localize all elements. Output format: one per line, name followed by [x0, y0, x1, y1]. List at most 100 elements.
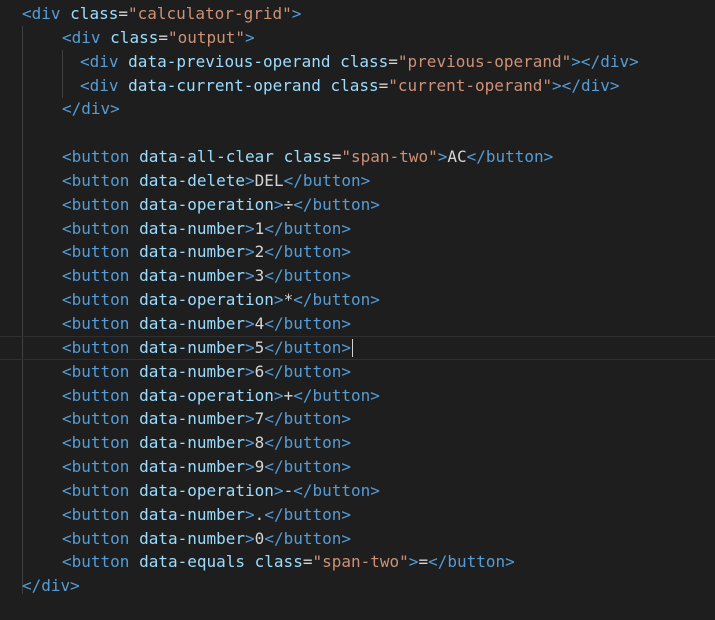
code-token: </button> — [264, 433, 352, 453]
code-token: </button> — [264, 313, 352, 333]
code-token: ></div> — [552, 75, 620, 95]
code-line[interactable]: <button data-number>.</button> — [0, 503, 715, 527]
code-editor[interactable]: <div class="calculator-grid"> <div class=… — [0, 0, 715, 620]
code-line-content: </div> — [22, 574, 80, 598]
code-line[interactable] — [0, 121, 715, 145]
code-line[interactable]: <div class="output"> — [0, 26, 715, 50]
code-line[interactable]: <button data-number>0</button> — [0, 527, 715, 551]
code-line-content: <button data-number>5</button> — [62, 337, 354, 359]
code-token: 5 — [254, 337, 265, 357]
code-token: 9 — [254, 457, 265, 477]
code-token: <div — [80, 51, 129, 71]
code-line-content: <button data-number>2</button> — [62, 240, 351, 264]
code-line-content: <button data-number>.</button> — [62, 503, 351, 527]
code-token: <div — [62, 27, 111, 47]
code-line[interactable]: <button data-number>6</button> — [0, 360, 715, 384]
code-token: 6 — [254, 361, 265, 381]
code-token: 8 — [254, 433, 265, 453]
code-token: <button — [62, 266, 140, 286]
code-token: data-number — [139, 361, 246, 381]
code-token: <button — [62, 433, 140, 453]
code-token: ÷ — [283, 194, 294, 214]
code-line[interactable]: <button data-number>4</button> — [0, 312, 715, 336]
code-line[interactable]: <button data-number>9</button> — [0, 455, 715, 479]
code-token: "span-two" — [341, 147, 438, 167]
code-token: AC — [447, 147, 467, 167]
code-token: data-operation — [139, 194, 274, 214]
code-line[interactable]: <button data-operation>*</button> — [0, 288, 715, 312]
code-token: = — [331, 147, 342, 167]
code-token: > — [245, 433, 255, 453]
code-line[interactable]: <button data-number>1</button> — [0, 217, 715, 241]
code-line[interactable]: <button data-number>2</button> — [0, 240, 715, 264]
text-cursor — [352, 339, 354, 358]
code-line-content: <button data-operation>*</button> — [62, 288, 380, 312]
code-line[interactable]: <button data-operation>+</button> — [0, 384, 715, 408]
code-token: "span-two" — [312, 552, 409, 572]
code-token: <button — [62, 337, 140, 357]
code-token: </button> — [428, 552, 515, 572]
code-token: "current-operand" — [388, 75, 553, 95]
code-token: </button> — [293, 480, 380, 500]
code-token: </div> — [62, 99, 120, 119]
code-line-content: <button data-number>6</button> — [62, 360, 351, 384]
code-token: <button — [62, 170, 140, 190]
code-line[interactable]: <button data-operation>÷</button> — [0, 193, 715, 217]
code-token: data-number — [139, 504, 246, 524]
code-token: data-number — [139, 457, 246, 477]
code-line[interactable]: </div> — [0, 574, 715, 598]
code-line-content: <button data-number>7</button> — [62, 407, 351, 431]
code-line-content: <button data-number>1</button> — [62, 217, 351, 241]
code-line[interactable]: </div> — [0, 97, 715, 121]
code-line[interactable]: <div class="calculator-grid"> — [0, 2, 715, 26]
code-token: 0 — [254, 528, 265, 548]
code-line[interactable]: <button data-number>5</button> — [0, 335, 715, 360]
code-token: </button> — [293, 385, 380, 405]
code-token: "calculator-grid" — [127, 4, 292, 23]
code-line-content: <div class="calculator-grid"> — [22, 2, 301, 26]
code-token: <button — [62, 218, 140, 238]
code-token: > — [245, 218, 255, 238]
code-token: class — [330, 75, 379, 95]
code-token: "output" — [167, 27, 246, 47]
code-line-content: <button data-all-clear class="span-two">… — [62, 145, 553, 169]
code-token: data-equals — [139, 552, 255, 572]
code-line[interactable]: <button data-delete>DEL</button> — [0, 169, 715, 193]
code-token: = — [388, 51, 398, 71]
code-token: > — [245, 313, 255, 333]
code-token: data-operation — [139, 385, 274, 405]
code-line[interactable]: <div data-previous-operand class="previo… — [0, 50, 715, 74]
code-token: > — [245, 170, 255, 190]
code-token: data-operation — [139, 290, 274, 310]
code-token: > — [291, 4, 302, 23]
code-token: class — [70, 4, 119, 23]
code-token: data-number — [139, 313, 246, 333]
code-token: data-all-clear — [139, 147, 284, 167]
code-line[interactable]: <div data-current-operand class="current… — [0, 74, 715, 98]
code-line[interactable]: <button data-number>8</button> — [0, 431, 715, 455]
code-token: * — [283, 290, 294, 310]
code-line-content: </div> — [62, 97, 120, 121]
code-token: ></div> — [571, 51, 639, 71]
code-token: <button — [62, 242, 140, 262]
code-line-content: <button data-equals class="span-two">=</… — [62, 550, 515, 574]
code-token: > — [273, 385, 284, 405]
code-line[interactable]: <button data-equals class="span-two">=</… — [0, 550, 715, 574]
code-token: data-number — [139, 218, 246, 238]
code-token: > — [245, 457, 255, 477]
code-line[interactable]: <button data-all-clear class="span-two">… — [0, 145, 715, 169]
code-line[interactable]: <button data-number>7</button> — [0, 407, 715, 431]
code-line[interactable]: <button data-operation>-</button> — [0, 479, 715, 503]
code-token: . — [254, 504, 265, 524]
code-token: <button — [62, 385, 140, 405]
code-token: </button> — [264, 457, 352, 477]
code-token: </button> — [264, 218, 352, 238]
code-token: </button> — [264, 409, 352, 429]
code-token: > — [245, 361, 255, 381]
code-line[interactable]: <button data-number>3</button> — [0, 264, 715, 288]
code-token: > — [273, 194, 284, 214]
code-token: > — [245, 409, 255, 429]
code-token: data-delete — [139, 170, 246, 190]
code-token: data-number — [139, 528, 246, 548]
code-line-content: <button data-number>3</button> — [62, 264, 351, 288]
